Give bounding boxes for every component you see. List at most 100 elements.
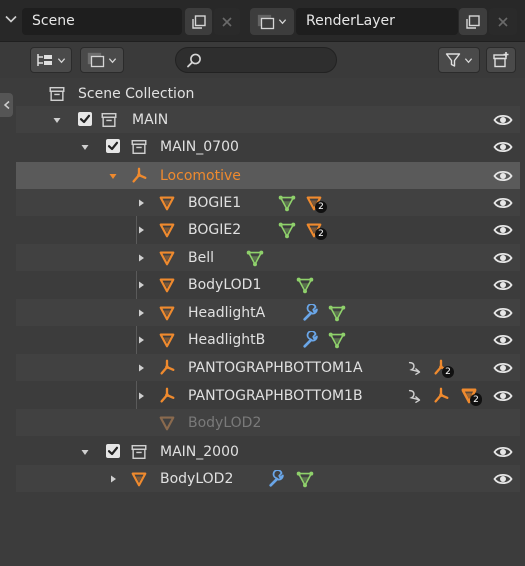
eye-icon[interactable] xyxy=(492,438,514,465)
row-label: HeadlightA xyxy=(188,304,266,321)
eye-icon[interactable] xyxy=(492,133,514,160)
row-label: HeadlightB xyxy=(188,331,266,348)
disclosure-collapsed-icon[interactable] xyxy=(136,189,146,216)
disclosure-collapsed-icon[interactable] xyxy=(136,216,146,243)
row-label: Bell xyxy=(188,249,214,266)
tree-row-main-0700[interactable]: MAIN_0700 xyxy=(16,133,520,160)
count-badge: 2 xyxy=(470,394,482,406)
tree-row-headlighta[interactable]: HeadlightA xyxy=(16,299,520,326)
add-view-layer-button[interactable] xyxy=(459,8,487,35)
chevron-down-icon xyxy=(108,57,117,63)
tree-row-bodylod2-excluded[interactable]: BodyLOD2 xyxy=(16,409,520,436)
constraint-icon[interactable] xyxy=(404,354,426,381)
remove-view-layer-button[interactable] xyxy=(489,8,517,35)
row-label: MAIN xyxy=(132,111,169,128)
close-icon xyxy=(498,16,508,27)
exclude-checkbox[interactable] xyxy=(78,112,92,126)
child-objects-mesh-icon[interactable]: 2 xyxy=(458,382,482,409)
tree-row-bogie1[interactable]: BOGIE1 2 xyxy=(16,189,520,216)
scene-name: Scene xyxy=(32,13,75,29)
eye-icon[interactable] xyxy=(492,271,514,298)
eye-icon[interactable] xyxy=(492,465,514,492)
constraint-icon[interactable] xyxy=(404,382,426,409)
mesh-data-icon[interactable] xyxy=(276,216,298,243)
mesh-object-icon xyxy=(130,465,150,492)
row-label: BodyLOD1 xyxy=(188,276,262,293)
child-armature-icon[interactable]: 2 xyxy=(430,354,454,381)
close-icon xyxy=(222,16,232,27)
tree-row-bogie2[interactable]: BOGIE2 2 xyxy=(16,216,520,243)
filter-view-layer-dropdown[interactable] xyxy=(80,47,124,73)
display-mode-dropdown[interactable] xyxy=(30,47,72,73)
row-label: BodyLOD2 xyxy=(160,470,234,487)
eye-icon[interactable] xyxy=(492,244,514,271)
child-objects-mesh-icon[interactable]: 2 xyxy=(303,189,327,216)
disclosure-expanded-icon[interactable] xyxy=(52,106,62,133)
disclosure-collapsed-icon[interactable] xyxy=(108,465,118,492)
mesh-object-icon xyxy=(158,326,178,353)
duplicate-scene-button[interactable] xyxy=(185,8,212,35)
sidebar-toggle-tab[interactable] xyxy=(0,93,13,117)
outliner-tree: Scene Collection MAIN MAIN_0700 Locomoti… xyxy=(16,80,520,564)
disclosure-expanded-icon[interactable] xyxy=(108,162,118,189)
disclosure-collapsed-icon[interactable] xyxy=(136,271,146,298)
editor-menu-chevron-icon[interactable] xyxy=(4,12,18,26)
row-label: BOGIE1 xyxy=(188,194,242,211)
eye-icon[interactable] xyxy=(492,106,514,133)
outliner-header: Scene RenderLayer xyxy=(0,0,525,42)
view-layer-name-field[interactable]: RenderLayer xyxy=(296,8,458,35)
tree-row-bell[interactable]: Bell xyxy=(16,244,520,271)
mesh-object-icon xyxy=(158,271,178,298)
modifier-wrench-icon[interactable] xyxy=(300,326,322,353)
new-collection-button[interactable] xyxy=(486,47,516,73)
disclosure-collapsed-icon[interactable] xyxy=(136,354,146,381)
tree-row-main-2000[interactable]: MAIN_2000 xyxy=(16,438,520,465)
tree-row-main[interactable]: MAIN xyxy=(16,106,520,133)
mesh-object-icon xyxy=(158,244,178,271)
mesh-data-icon[interactable] xyxy=(276,189,298,216)
tree-row-scene-collection[interactable]: Scene Collection xyxy=(16,80,520,107)
row-label: PANTOGRAPHBOTTOM1A xyxy=(188,359,363,376)
disclosure-expanded-icon[interactable] xyxy=(80,133,90,160)
exclude-checkbox[interactable] xyxy=(106,444,120,458)
tree-row-pantograph-bottom-1a[interactable]: PANTOGRAPHBOTTOM1A 2 3 xyxy=(16,354,520,405)
disclosure-collapsed-icon[interactable] xyxy=(136,299,146,326)
search-input[interactable] xyxy=(175,47,337,73)
exclude-checkbox[interactable] xyxy=(106,139,120,153)
tree-row-bodylod2[interactable]: BodyLOD2 xyxy=(16,465,520,492)
tree-row-pantograph-bottom-1b[interactable]: PANTOGRAPHBOTTOM1B 2 xyxy=(16,382,520,409)
eye-icon[interactable] xyxy=(492,162,514,189)
eye-icon[interactable] xyxy=(492,299,514,326)
tree-row-bodylod1[interactable]: BodyLOD1 xyxy=(16,271,520,298)
armature-icon xyxy=(158,382,178,409)
disclosure-collapsed-icon[interactable] xyxy=(136,244,146,271)
eye-icon[interactable] xyxy=(492,382,514,409)
mesh-data-icon[interactable] xyxy=(294,465,316,492)
count-badge: 2 xyxy=(315,228,327,240)
eye-icon[interactable] xyxy=(492,216,514,243)
modifier-wrench-icon[interactable] xyxy=(266,465,288,492)
mesh-data-icon[interactable] xyxy=(326,326,348,353)
mesh-data-icon[interactable] xyxy=(326,299,348,326)
eye-icon[interactable] xyxy=(492,189,514,216)
unlink-scene-button[interactable] xyxy=(214,8,240,35)
outliner-toolbar xyxy=(0,42,525,78)
tree-row-headlightb[interactable]: HeadlightB xyxy=(16,326,520,353)
modifier-wrench-icon[interactable] xyxy=(300,299,322,326)
filter-funnel-icon xyxy=(445,53,461,67)
scene-selector[interactable]: Scene xyxy=(22,8,182,35)
disclosure-collapsed-icon[interactable] xyxy=(136,326,146,353)
collection-icon xyxy=(130,438,150,465)
view-layer-browse-button[interactable] xyxy=(250,8,294,35)
tree-row-locomotive[interactable]: Locomotive xyxy=(16,162,520,189)
disclosure-collapsed-icon[interactable] xyxy=(136,382,146,409)
eye-icon[interactable] xyxy=(492,354,514,381)
mesh-data-icon[interactable] xyxy=(294,271,316,298)
copy-icon xyxy=(191,14,206,29)
mesh-data-icon[interactable] xyxy=(244,244,266,271)
child-armature-icon[interactable] xyxy=(430,382,452,409)
filter-dropdown[interactable] xyxy=(438,47,480,73)
eye-icon[interactable] xyxy=(492,326,514,353)
disclosure-expanded-icon[interactable] xyxy=(80,438,90,465)
child-objects-mesh-icon[interactable]: 2 xyxy=(303,216,327,243)
